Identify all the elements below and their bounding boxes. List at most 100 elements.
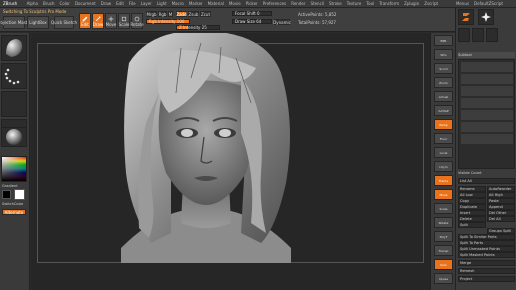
zsub-button[interactable]: Zsub [188, 11, 199, 17]
move-button[interactable]: Move [105, 13, 117, 29]
menu-item-alpha[interactable]: Alpha [27, 0, 38, 7]
menu-item-file[interactable]: File [129, 0, 136, 7]
menu-item-transform[interactable]: Transform [379, 0, 399, 7]
tool-thumbnail[interactable] [458, 9, 474, 25]
subtool-del-all-button[interactable]: Del All [487, 216, 515, 222]
alpha-selector[interactable] [1, 91, 27, 117]
shelf-button-bpr[interactable]: BPR [434, 35, 453, 46]
shelf-button-floor[interactable]: Floor [434, 133, 453, 144]
mrgb-button[interactable]: Mrgb [146, 11, 157, 17]
subtool-remesh-button[interactable]: Remesh [458, 268, 515, 274]
shelf-button-solo[interactable]: Solo [434, 259, 453, 270]
shelf-button-transp[interactable]: Transp [434, 245, 453, 256]
lightbox-button[interactable]: LightBox [27, 16, 49, 29]
shelf-button-aahalf[interactable]: AAHalf [434, 105, 453, 116]
shelf-button-persp[interactable]: Persp [434, 119, 453, 130]
subtool-split-button[interactable]: Split [458, 222, 486, 228]
shelf-button-zoom[interactable]: Zoom [434, 77, 453, 88]
subtool-list[interactable] [458, 59, 515, 169]
brush-selector[interactable] [1, 35, 27, 61]
shelf-button-scroll[interactable]: Scroll [434, 63, 453, 74]
subtool-project-button[interactable]: Project [458, 276, 515, 282]
menu-item-picker[interactable]: Picker [246, 0, 258, 7]
shelf-button-scale[interactable]: Scale [434, 203, 453, 214]
projection-master-button[interactable]: Projection Master [0, 16, 31, 29]
menu-item-macro[interactable]: Macro [172, 0, 184, 7]
menubar-right-item[interactable]: DefaultZScript [474, 0, 503, 7]
quick-sketch-button[interactable]: Quick Sketch [51, 16, 77, 29]
dynamic-button[interactable]: Dynamic [273, 19, 291, 25]
subtool-split-masked-points-button[interactable]: Split Masked Points [458, 252, 515, 258]
menu-item-movie[interactable]: Movie [229, 0, 241, 7]
menu-item-draw[interactable]: Draw [101, 0, 111, 7]
subtool-thumb-3[interactable] [486, 28, 498, 42]
shelf-button-xpose[interactable]: Xpose [434, 273, 453, 284]
shelf-button-rotate[interactable]: Rotate [434, 217, 453, 228]
star-icon [481, 12, 491, 22]
menu-item-marker[interactable]: Marker [189, 0, 203, 7]
shelf-button-spix[interactable]: SPix [434, 49, 453, 60]
shelf-button-move[interactable]: Move [434, 189, 453, 200]
shelf-button-local[interactable]: Local [434, 147, 453, 158]
menu-item-light[interactable]: Light [157, 0, 167, 7]
subtool-thumb-2[interactable] [472, 28, 484, 42]
menu-item-color[interactable]: Color [60, 0, 70, 7]
star-tool-thumbnail[interactable] [478, 9, 494, 25]
menu-item-render[interactable]: Render [291, 0, 305, 7]
subtool-list-item[interactable] [461, 110, 513, 120]
draw-label: Draw [92, 21, 104, 27]
draw-size-slider[interactable]: Draw Size 64 [232, 19, 272, 24]
shelf-button-actual[interactable]: Actual [434, 91, 453, 102]
subtool-list-item[interactable] [461, 74, 513, 84]
subtool-list-item[interactable] [461, 98, 513, 108]
menu-item-document[interactable]: Document [75, 0, 96, 7]
subtool-list-item[interactable] [461, 134, 513, 144]
shelf-button-polyf[interactable]: PolyF [434, 231, 453, 242]
menu-item-stroke[interactable]: Stroke [329, 0, 342, 7]
menu-item-stencil[interactable]: Stencil [310, 0, 324, 7]
menubar-right-item[interactable]: Menus [456, 0, 469, 7]
main-color-swatch[interactable] [14, 189, 25, 200]
edit-button[interactable]: Edit [79, 13, 91, 29]
menu-item-preferences[interactable]: Preferences [263, 0, 287, 7]
secondary-color-swatch[interactable] [2, 190, 11, 199]
menu-item-brush[interactable]: Brush [43, 0, 55, 7]
document-canvas[interactable] [31, 33, 430, 290]
menu-item-zscript[interactable]: Zscript [424, 0, 438, 7]
subtool-thumb-1[interactable] [458, 28, 470, 42]
alternate-button[interactable]: Alternate [2, 209, 26, 215]
rgb-intensity-label: Rgb Intensity 100 [149, 19, 185, 24]
z-intensity-slider[interactable]: Z Intensity 25 [176, 25, 220, 30]
rotate-button[interactable]: Rotate [130, 13, 144, 29]
left-shelf: Gradient SwitchColor Alternate [0, 33, 30, 290]
rgb-button[interactable]: Rgb [158, 11, 167, 17]
draw-button[interactable]: Draw [92, 13, 104, 29]
zadd-button[interactable]: Zadd [176, 11, 187, 17]
menu-item-zplugin[interactable]: Zplugin [404, 0, 419, 7]
shelf-button-lsym[interactable]: LSym [434, 161, 453, 172]
shelf-button-frame[interactable]: Frame [434, 175, 453, 186]
menu-bar: ZBrush Alpha Brush Color Document Draw Edit Fi… [0, 0, 516, 8]
material-selector[interactable] [1, 127, 27, 147]
menu-item-tool[interactable]: Tool [366, 0, 374, 7]
subtool-list-all-button[interactable]: List All [458, 178, 515, 184]
rgb-intensity-slider[interactable]: Rgb Intensity 100 [146, 19, 190, 24]
subtool-header[interactable]: Subtool [458, 52, 515, 58]
switch-color-label[interactable]: SwitchColor [2, 202, 23, 206]
stroke-selector[interactable] [1, 63, 27, 89]
menu-item-edit[interactable]: Edit [116, 0, 124, 7]
subtool-merge-button[interactable]: Merge [458, 260, 515, 266]
z-intensity-label: Z Intensity 25 [179, 25, 207, 30]
subtool-list-item[interactable] [461, 62, 513, 72]
color-picker[interactable] [1, 156, 27, 182]
menu-item-material[interactable]: Material [208, 0, 224, 7]
focal-shift-slider[interactable]: Focal Shift 0 [232, 11, 272, 16]
subtool-list-item[interactable] [461, 86, 513, 96]
subtool-list-item[interactable] [461, 122, 513, 132]
m-button[interactable]: M [168, 11, 173, 17]
draw-size-label: Draw Size 64 [235, 19, 262, 24]
menu-item-texture[interactable]: Texture [347, 0, 362, 7]
menu-item-layer[interactable]: Layer [141, 0, 152, 7]
scale-button[interactable]: Scale [118, 13, 130, 29]
zcut-button[interactable]: Zcut [200, 11, 211, 17]
